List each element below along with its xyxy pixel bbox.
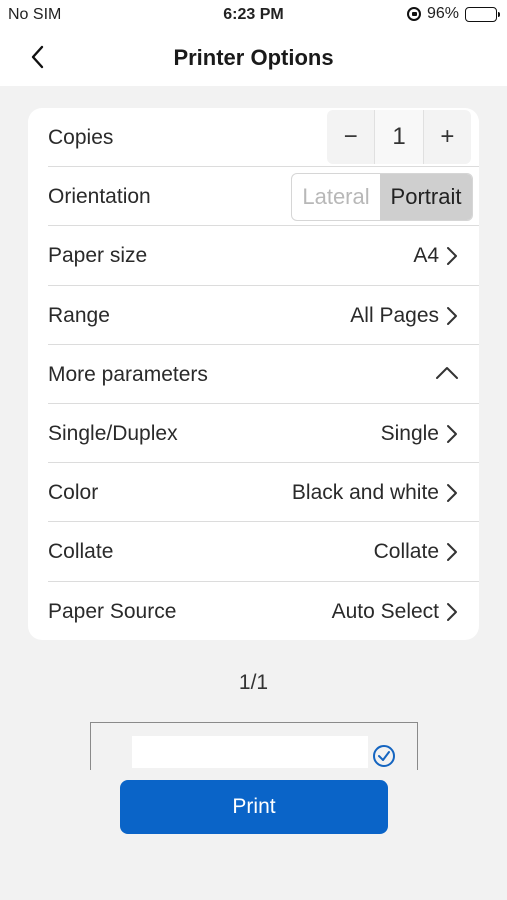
print-button[interactable]: Print	[120, 780, 388, 834]
more-parameters-label: More parameters	[48, 362, 208, 386]
range-row[interactable]: Range All Pages	[48, 286, 479, 345]
chevron-right-icon	[447, 543, 457, 562]
paper-source-label: Paper Source	[48, 599, 177, 623]
status-bar: No SIM 6:23 PM 96%	[0, 0, 507, 30]
copies-label: Copies	[48, 126, 114, 149]
more-parameters-row[interactable]: More parameters	[48, 345, 479, 404]
decrement-button[interactable]: −	[327, 110, 374, 164]
options-card: Copies − 1 + Orientation Lateral Portrai…	[28, 108, 479, 640]
nav-bar: Printer Options	[0, 30, 507, 86]
paper-size-label: Paper size	[48, 244, 148, 268]
orientation-label: Orientation	[48, 185, 151, 209]
copies-stepper: − 1 +	[327, 110, 471, 164]
paper-source-row[interactable]: Paper Source Auto Select	[48, 582, 479, 640]
range-label: Range	[48, 303, 110, 327]
chevron-right-icon	[447, 247, 457, 266]
orientation-row: Orientation Lateral Portrait	[48, 167, 479, 227]
battery-icon	[465, 6, 500, 22]
paper-size-value: A4	[413, 244, 439, 268]
duplex-value: Single	[380, 422, 439, 445]
chevron-right-icon	[447, 484, 457, 503]
preview-page-thumbnail[interactable]	[132, 736, 368, 768]
orientation-lock-icon	[406, 7, 421, 21]
chevron-right-icon	[447, 425, 457, 443]
status-right: 96%	[406, 5, 500, 23]
page-title: Printer Options	[173, 45, 334, 70]
page-count: 1/1	[238, 671, 269, 694]
paper-source-value: Auto Select	[331, 599, 439, 623]
collate-row[interactable]: Collate Collate	[48, 522, 479, 582]
collate-value: Collate	[373, 540, 439, 564]
copies-row: Copies − 1 +	[48, 108, 479, 168]
copies-value: 1	[374, 110, 424, 164]
increment-button[interactable]: +	[424, 110, 471, 164]
collate-label: Collate	[48, 540, 114, 564]
chevron-up-icon	[436, 366, 458, 379]
chevron-right-icon	[447, 602, 457, 621]
duplex-row[interactable]: Single/Duplex Single	[48, 404, 479, 464]
paper-size-row[interactable]: Paper size A4	[48, 226, 479, 286]
duplex-label: Single/Duplex	[48, 422, 178, 445]
chevron-right-icon	[447, 306, 457, 325]
battery-percent: 96%	[426, 5, 459, 22]
color-value: Black and white	[291, 481, 439, 505]
orientation-lateral-option[interactable]: Lateral	[292, 174, 380, 220]
color-row[interactable]: Color Black and white	[48, 463, 479, 523]
page-selected-check-icon[interactable]	[373, 745, 395, 767]
orientation-portrait-option[interactable]: Portrait	[380, 174, 472, 221]
orientation-segmented-control: Lateral Portrait	[291, 173, 473, 222]
color-label: Color	[48, 481, 99, 505]
range-value: All Pages	[350, 303, 439, 327]
